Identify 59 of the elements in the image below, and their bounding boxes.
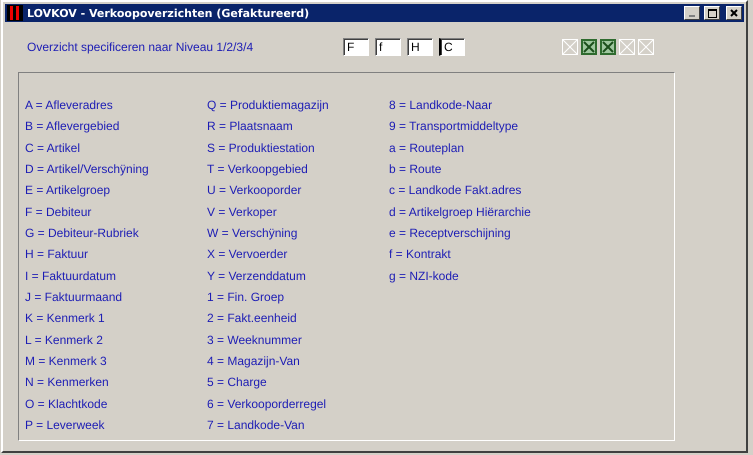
legend-item: F = Debiteur: [25, 204, 92, 221]
legend-item: C = Artikel: [25, 140, 82, 157]
legend-item: Y = Verzenddatum: [207, 268, 307, 285]
close-icon: [730, 9, 738, 17]
legend-item: Q = Produktiemagazijn: [207, 98, 330, 114]
toolbar-button[interactable]: [600, 39, 616, 55]
legend-item: A = Afleveradres: [25, 98, 114, 114]
legend-item: 7 = Landkode-Van: [207, 418, 306, 434]
legend-item: P = Leverweek: [25, 418, 106, 434]
level-field[interactable]: H: [407, 38, 433, 56]
maximize-button[interactable]: [704, 6, 720, 20]
legend-item: d = Artikelgroep Hiërarchie: [389, 204, 532, 221]
legend-item: N = Kenmerken: [25, 375, 110, 392]
legend-item: W = Verschÿning: [207, 226, 298, 242]
legend-item: U = Verkooporder: [207, 183, 302, 200]
spreadsheet-icon: [581, 39, 597, 55]
legend-item: c = Landkode Fakt.adres: [389, 183, 522, 200]
legend-item: 2 = Fakt.eenheid: [207, 311, 298, 328]
legend-item: M = Kenmerk 3: [25, 354, 108, 370]
blank-icon: [638, 39, 654, 55]
legend-item: f = Kontrakt: [389, 247, 452, 264]
legend-item: 5 = Charge: [207, 375, 268, 392]
toolbar-button[interactable]: [581, 39, 597, 55]
legend-item: b = Route: [389, 162, 442, 178]
blank-icon: [619, 39, 635, 55]
level-field[interactable]: f: [375, 38, 401, 56]
legend-item: H = Faktuur: [25, 247, 90, 264]
legend-item: E = Artikelgroep: [25, 183, 112, 200]
legend-item: g = NZI-kode: [389, 268, 460, 285]
legend-item: a = Routeplan: [389, 140, 466, 157]
window-title: LOVKOV - Verkoopoverzichten (Gefaktureerd): [27, 6, 310, 20]
legend-item: G = Debiteur-Rubriek: [25, 226, 140, 242]
prompt-label: Overzicht specificeren naar Niveau 1/2/3/4: [27, 40, 254, 54]
legend-item: e = Receptverschijning: [389, 226, 512, 242]
legend-item: T = Verkoopgebied: [207, 162, 309, 178]
legend-item: 8 = Landkode-Naar: [389, 98, 494, 114]
spreadsheet-icon: [600, 39, 616, 55]
close-button[interactable]: [726, 6, 742, 20]
legend-item: I = Faktuurdatum: [25, 268, 118, 285]
legend-item: D = Artikel/Verschÿning: [25, 162, 150, 178]
legend-item: K = Kenmerk 1: [25, 311, 106, 328]
legend-item: 1 = Fin. Groep: [207, 290, 286, 306]
legend-item: 6 = Verkooporderregel: [207, 396, 328, 413]
legend-item: L = Kenmerk 2: [25, 332, 104, 349]
level-field[interactable]: C: [439, 38, 465, 56]
app-icon: [7, 5, 23, 21]
legend-item: 4 = Magazijn-Van: [207, 354, 301, 370]
level-field[interactable]: F: [343, 38, 369, 56]
legend-item: X = Vervoerder: [207, 247, 288, 264]
legend-item: B = Aflevergebied: [25, 119, 120, 136]
legend-item: J = Faktuurmaand: [25, 290, 124, 306]
legend-item: V = Verkoper: [207, 204, 278, 221]
legend-item: 3 = Weeknummer: [207, 332, 303, 349]
legend-item: S = Produktiestation: [207, 140, 316, 157]
legend-item: 9 = Transportmiddeltype: [389, 119, 520, 136]
maximize-icon: [708, 8, 716, 18]
legend-item: R = Plaatsnaam: [207, 119, 294, 136]
legend-item: O = Klachtkode: [25, 396, 108, 413]
blank-icon: [562, 39, 578, 55]
